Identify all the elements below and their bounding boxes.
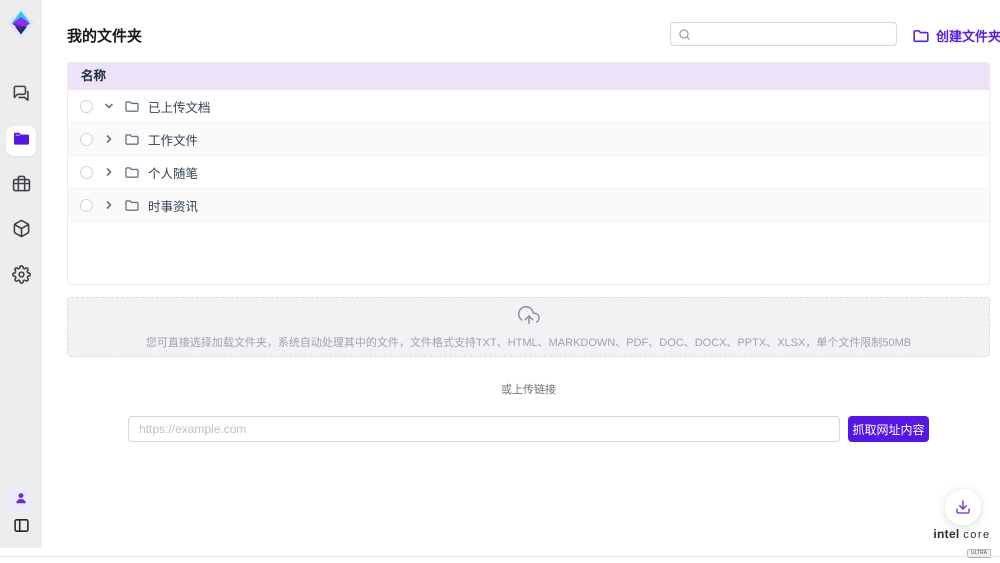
link-upload-label: 或上传链接 [67,381,990,397]
cloud-upload-icon [68,305,989,332]
folder-icon [13,131,30,151]
sidebar-item-models[interactable] [9,219,33,243]
sidebar-item-workspace[interactable] [9,174,33,198]
sidebar-item-chat[interactable] [9,84,33,108]
user-icon [14,491,28,510]
folder-outline-icon [125,100,139,113]
folder-row[interactable]: 个人随笔 [68,156,989,189]
folder-row[interactable]: 工作文件 [68,123,989,156]
folder-name: 个人随笔 [148,163,198,182]
folder-name: 工作文件 [148,130,198,149]
url-input[interactable] [128,416,840,442]
folder-row[interactable]: 已上传文档 [68,90,989,123]
folder-name: 已上传文档 [148,97,211,116]
intel-series-text: core [963,529,990,541]
name-column-header: 名称 [68,63,989,90]
folder-outline-icon [125,133,139,146]
row-checkbox[interactable] [80,133,93,146]
chevron-icon[interactable] [103,166,115,178]
folder-plus-icon [913,29,929,43]
sidebar [0,0,42,548]
chevron-icon[interactable] [103,133,115,145]
folder-outline-icon [125,199,139,212]
chat-icon [12,84,31,108]
gear-icon [12,265,31,289]
search-box [670,22,897,46]
window-bottom-divider [0,556,1000,557]
page-title: 我的文件夹 [67,25,142,46]
chevron-icon[interactable] [103,199,115,211]
download-icon [955,499,971,515]
row-checkbox[interactable] [80,199,93,212]
folders-table: 名称 已上传文档 [67,62,990,285]
row-checkbox[interactable] [80,166,93,179]
chevron-icon[interactable] [103,100,115,112]
intel-core-badge: intel core ultra [930,527,994,559]
create-folder-button[interactable]: 创建文件夹 [913,26,1000,45]
app-window: 我的文件夹 创建文件夹 名称 [0,0,1000,563]
sidebar-item-settings[interactable] [9,265,33,289]
panel-icon [13,517,30,539]
folder-row[interactable]: 时事资讯 [68,189,989,222]
folder-rows: 已上传文档 工作文件 [68,90,989,222]
row-checkbox[interactable] [80,100,93,113]
user-avatar[interactable] [8,487,34,513]
upload-hint-text: 您可直接选择加载文件夹，系统自动处理其中的文件，文件格式支持TXT、HTML、M… [68,334,989,350]
search-icon [678,28,691,41]
upload-dropzone[interactable]: 您可直接选择加载文件夹，系统自动处理其中的文件，文件格式支持TXT、HTML、M… [67,297,990,357]
download-fab[interactable] [945,489,981,525]
folder-outline-icon [125,166,139,179]
create-folder-label: 创建文件夹 [936,26,1000,45]
app-logo [7,7,35,39]
briefcase-icon [12,174,31,198]
panel-toggle-button[interactable] [11,518,31,538]
cube-icon [12,219,31,243]
sidebar-item-folders[interactable] [6,126,36,156]
intel-brand-text: intel [933,527,959,541]
fetch-url-button[interactable]: 抓取网址内容 [848,416,929,442]
folder-name: 时事资讯 [148,196,198,215]
search-input[interactable] [697,27,889,41]
